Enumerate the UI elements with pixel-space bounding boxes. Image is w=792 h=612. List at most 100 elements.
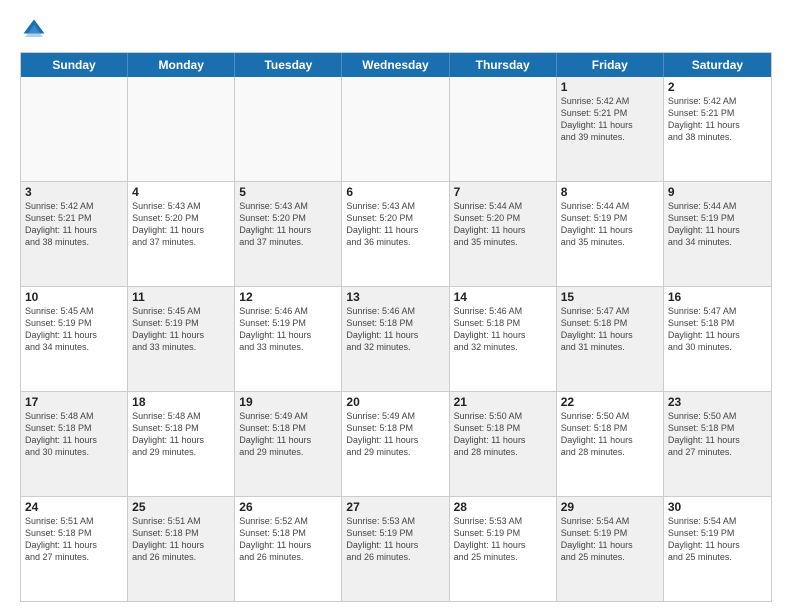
- day-number-15: 15: [561, 290, 659, 304]
- cell-info-26: Sunrise: 5:52 AM Sunset: 5:18 PM Dayligh…: [239, 515, 337, 564]
- cell-info-11: Sunrise: 5:45 AM Sunset: 5:19 PM Dayligh…: [132, 305, 230, 354]
- day-number-7: 7: [454, 185, 552, 199]
- calendar-cell-day-22: 22Sunrise: 5:50 AM Sunset: 5:18 PM Dayli…: [557, 392, 664, 496]
- day-number-4: 4: [132, 185, 230, 199]
- calendar-cell-day-21: 21Sunrise: 5:50 AM Sunset: 5:18 PM Dayli…: [450, 392, 557, 496]
- cell-info-13: Sunrise: 5:46 AM Sunset: 5:18 PM Dayligh…: [346, 305, 444, 354]
- day-number-12: 12: [239, 290, 337, 304]
- day-number-14: 14: [454, 290, 552, 304]
- calendar-cell-day-23: 23Sunrise: 5:50 AM Sunset: 5:18 PM Dayli…: [664, 392, 771, 496]
- calendar-cell-day-6: 6Sunrise: 5:43 AM Sunset: 5:20 PM Daylig…: [342, 182, 449, 286]
- cell-info-4: Sunrise: 5:43 AM Sunset: 5:20 PM Dayligh…: [132, 200, 230, 249]
- day-number-11: 11: [132, 290, 230, 304]
- calendar-cell-day-3: 3Sunrise: 5:42 AM Sunset: 5:21 PM Daylig…: [21, 182, 128, 286]
- day-number-8: 8: [561, 185, 659, 199]
- cell-info-6: Sunrise: 5:43 AM Sunset: 5:20 PM Dayligh…: [346, 200, 444, 249]
- cell-info-25: Sunrise: 5:51 AM Sunset: 5:18 PM Dayligh…: [132, 515, 230, 564]
- cell-info-30: Sunrise: 5:54 AM Sunset: 5:19 PM Dayligh…: [668, 515, 767, 564]
- day-number-3: 3: [25, 185, 123, 199]
- page: SundayMondayTuesdayWednesdayThursdayFrid…: [0, 0, 792, 612]
- cell-info-9: Sunrise: 5:44 AM Sunset: 5:19 PM Dayligh…: [668, 200, 767, 249]
- calendar-cell-day-4: 4Sunrise: 5:43 AM Sunset: 5:20 PM Daylig…: [128, 182, 235, 286]
- calendar-cell-day-19: 19Sunrise: 5:49 AM Sunset: 5:18 PM Dayli…: [235, 392, 342, 496]
- day-number-27: 27: [346, 500, 444, 514]
- cell-info-20: Sunrise: 5:49 AM Sunset: 5:18 PM Dayligh…: [346, 410, 444, 459]
- day-number-9: 9: [668, 185, 767, 199]
- cell-info-10: Sunrise: 5:45 AM Sunset: 5:19 PM Dayligh…: [25, 305, 123, 354]
- cell-info-18: Sunrise: 5:48 AM Sunset: 5:18 PM Dayligh…: [132, 410, 230, 459]
- day-number-1: 1: [561, 80, 659, 94]
- calendar-cell-day-14: 14Sunrise: 5:46 AM Sunset: 5:18 PM Dayli…: [450, 287, 557, 391]
- calendar-row-1: 3Sunrise: 5:42 AM Sunset: 5:21 PM Daylig…: [21, 181, 771, 286]
- weekday-header-thursday: Thursday: [450, 53, 557, 77]
- day-number-19: 19: [239, 395, 337, 409]
- calendar-cell-day-5: 5Sunrise: 5:43 AM Sunset: 5:20 PM Daylig…: [235, 182, 342, 286]
- calendar-cell-day-15: 15Sunrise: 5:47 AM Sunset: 5:18 PM Dayli…: [557, 287, 664, 391]
- calendar-cell-day-16: 16Sunrise: 5:47 AM Sunset: 5:18 PM Dayli…: [664, 287, 771, 391]
- weekday-header-saturday: Saturday: [664, 53, 771, 77]
- calendar-cell-day-24: 24Sunrise: 5:51 AM Sunset: 5:18 PM Dayli…: [21, 497, 128, 601]
- calendar-row-2: 10Sunrise: 5:45 AM Sunset: 5:19 PM Dayli…: [21, 286, 771, 391]
- day-number-21: 21: [454, 395, 552, 409]
- day-number-25: 25: [132, 500, 230, 514]
- calendar-cell-empty-0-2: [235, 77, 342, 181]
- cell-info-8: Sunrise: 5:44 AM Sunset: 5:19 PM Dayligh…: [561, 200, 659, 249]
- day-number-20: 20: [346, 395, 444, 409]
- calendar-cell-day-25: 25Sunrise: 5:51 AM Sunset: 5:18 PM Dayli…: [128, 497, 235, 601]
- calendar-cell-day-2: 2Sunrise: 5:42 AM Sunset: 5:21 PM Daylig…: [664, 77, 771, 181]
- calendar-cell-day-29: 29Sunrise: 5:54 AM Sunset: 5:19 PM Dayli…: [557, 497, 664, 601]
- weekday-header-monday: Monday: [128, 53, 235, 77]
- calendar-cell-day-18: 18Sunrise: 5:48 AM Sunset: 5:18 PM Dayli…: [128, 392, 235, 496]
- calendar-row-3: 17Sunrise: 5:48 AM Sunset: 5:18 PM Dayli…: [21, 391, 771, 496]
- cell-info-23: Sunrise: 5:50 AM Sunset: 5:18 PM Dayligh…: [668, 410, 767, 459]
- calendar-cell-day-7: 7Sunrise: 5:44 AM Sunset: 5:20 PM Daylig…: [450, 182, 557, 286]
- cell-info-17: Sunrise: 5:48 AM Sunset: 5:18 PM Dayligh…: [25, 410, 123, 459]
- calendar-cell-empty-0-0: [21, 77, 128, 181]
- cell-info-14: Sunrise: 5:46 AM Sunset: 5:18 PM Dayligh…: [454, 305, 552, 354]
- cell-info-29: Sunrise: 5:54 AM Sunset: 5:19 PM Dayligh…: [561, 515, 659, 564]
- day-number-18: 18: [132, 395, 230, 409]
- cell-info-19: Sunrise: 5:49 AM Sunset: 5:18 PM Dayligh…: [239, 410, 337, 459]
- cell-info-12: Sunrise: 5:46 AM Sunset: 5:19 PM Dayligh…: [239, 305, 337, 354]
- day-number-28: 28: [454, 500, 552, 514]
- cell-info-24: Sunrise: 5:51 AM Sunset: 5:18 PM Dayligh…: [25, 515, 123, 564]
- cell-info-1: Sunrise: 5:42 AM Sunset: 5:21 PM Dayligh…: [561, 95, 659, 144]
- day-number-26: 26: [239, 500, 337, 514]
- day-number-13: 13: [346, 290, 444, 304]
- day-number-16: 16: [668, 290, 767, 304]
- calendar-cell-day-9: 9Sunrise: 5:44 AM Sunset: 5:19 PM Daylig…: [664, 182, 771, 286]
- calendar-header: SundayMondayTuesdayWednesdayThursdayFrid…: [21, 53, 771, 77]
- cell-info-7: Sunrise: 5:44 AM Sunset: 5:20 PM Dayligh…: [454, 200, 552, 249]
- calendar: SundayMondayTuesdayWednesdayThursdayFrid…: [20, 52, 772, 602]
- day-number-30: 30: [668, 500, 767, 514]
- cell-info-16: Sunrise: 5:47 AM Sunset: 5:18 PM Dayligh…: [668, 305, 767, 354]
- calendar-cell-day-20: 20Sunrise: 5:49 AM Sunset: 5:18 PM Dayli…: [342, 392, 449, 496]
- calendar-cell-day-11: 11Sunrise: 5:45 AM Sunset: 5:19 PM Dayli…: [128, 287, 235, 391]
- calendar-cell-empty-0-1: [128, 77, 235, 181]
- logo-icon: [20, 16, 48, 44]
- calendar-cell-day-8: 8Sunrise: 5:44 AM Sunset: 5:19 PM Daylig…: [557, 182, 664, 286]
- day-number-2: 2: [668, 80, 767, 94]
- header: [20, 16, 772, 44]
- day-number-23: 23: [668, 395, 767, 409]
- weekday-header-tuesday: Tuesday: [235, 53, 342, 77]
- day-number-24: 24: [25, 500, 123, 514]
- calendar-cell-day-12: 12Sunrise: 5:46 AM Sunset: 5:19 PM Dayli…: [235, 287, 342, 391]
- cell-info-21: Sunrise: 5:50 AM Sunset: 5:18 PM Dayligh…: [454, 410, 552, 459]
- calendar-cell-day-26: 26Sunrise: 5:52 AM Sunset: 5:18 PM Dayli…: [235, 497, 342, 601]
- calendar-cell-empty-0-3: [342, 77, 449, 181]
- cell-info-22: Sunrise: 5:50 AM Sunset: 5:18 PM Dayligh…: [561, 410, 659, 459]
- calendar-cell-empty-0-4: [450, 77, 557, 181]
- day-number-6: 6: [346, 185, 444, 199]
- weekday-header-friday: Friday: [557, 53, 664, 77]
- calendar-cell-day-30: 30Sunrise: 5:54 AM Sunset: 5:19 PM Dayli…: [664, 497, 771, 601]
- day-number-5: 5: [239, 185, 337, 199]
- cell-info-15: Sunrise: 5:47 AM Sunset: 5:18 PM Dayligh…: [561, 305, 659, 354]
- calendar-row-0: 1Sunrise: 5:42 AM Sunset: 5:21 PM Daylig…: [21, 77, 771, 181]
- calendar-cell-day-1: 1Sunrise: 5:42 AM Sunset: 5:21 PM Daylig…: [557, 77, 664, 181]
- cell-info-2: Sunrise: 5:42 AM Sunset: 5:21 PM Dayligh…: [668, 95, 767, 144]
- calendar-cell-day-28: 28Sunrise: 5:53 AM Sunset: 5:19 PM Dayli…: [450, 497, 557, 601]
- cell-info-27: Sunrise: 5:53 AM Sunset: 5:19 PM Dayligh…: [346, 515, 444, 564]
- calendar-cell-day-13: 13Sunrise: 5:46 AM Sunset: 5:18 PM Dayli…: [342, 287, 449, 391]
- calendar-cell-day-27: 27Sunrise: 5:53 AM Sunset: 5:19 PM Dayli…: [342, 497, 449, 601]
